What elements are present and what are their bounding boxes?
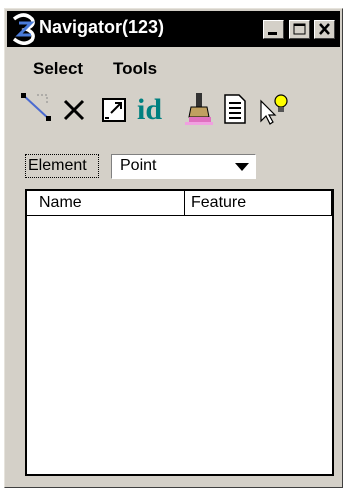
results-list[interactable]: Name Feature bbox=[25, 189, 334, 476]
maximize-button[interactable] bbox=[289, 20, 310, 39]
pointer-lightbulb-icon bbox=[260, 94, 288, 125]
column-header-feature[interactable]: Feature bbox=[185, 191, 332, 216]
column-header-name[interactable]: Name bbox=[27, 191, 185, 216]
maximize-icon bbox=[293, 23, 306, 35]
app-logo-icon bbox=[12, 13, 35, 45]
toolbar: id bbox=[19, 91, 339, 131]
minimize-icon bbox=[268, 32, 277, 35]
title-bar[interactable]: Navigator(123) bbox=[7, 11, 340, 47]
select-line-tool[interactable] bbox=[19, 91, 55, 127]
id-tool[interactable]: id bbox=[135, 89, 179, 126]
element-type-select[interactable]: Point bbox=[111, 154, 256, 179]
fit-view-icon bbox=[102, 98, 126, 122]
delete-tool[interactable] bbox=[59, 91, 89, 127]
highlight-brush-icon bbox=[185, 93, 213, 125]
element-label: Element bbox=[25, 154, 99, 178]
menu-bar: Select Tools bbox=[7, 47, 340, 81]
window-title: Navigator(123) bbox=[39, 17, 165, 37]
info-pointer-tool[interactable] bbox=[257, 91, 291, 127]
fit-view-tool[interactable] bbox=[99, 91, 131, 127]
delete-x-icon bbox=[63, 99, 85, 121]
list-header: Name Feature bbox=[27, 191, 332, 216]
highlight-tool[interactable] bbox=[183, 91, 215, 127]
element-type-value: Point bbox=[120, 157, 157, 174]
report-tool[interactable] bbox=[219, 91, 249, 127]
report-document-icon bbox=[224, 94, 246, 124]
minimize-button[interactable] bbox=[263, 20, 284, 39]
menu-select[interactable]: Select bbox=[33, 59, 83, 79]
id-icon: id bbox=[137, 93, 162, 126]
close-icon bbox=[319, 23, 330, 35]
dropdown-arrow-icon[interactable] bbox=[235, 163, 249, 171]
element-filter-row: Element Point bbox=[23, 154, 343, 180]
navigator-window: Navigator(123) Select Tools id Element P… bbox=[4, 8, 343, 488]
select-line-icon bbox=[21, 93, 51, 121]
id-label: id bbox=[137, 93, 162, 126]
menu-tools[interactable]: Tools bbox=[113, 59, 157, 79]
close-button[interactable] bbox=[314, 20, 335, 39]
